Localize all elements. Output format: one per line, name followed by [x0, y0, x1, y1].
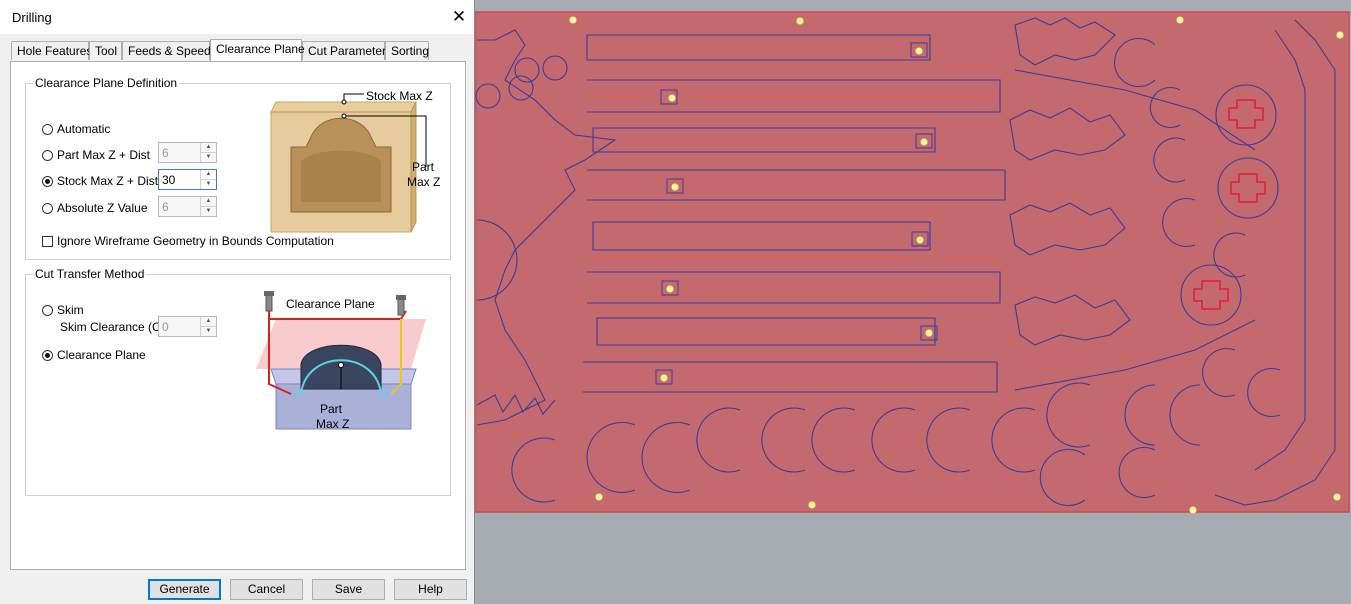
hole-marker-9: [916, 236, 924, 244]
radio-part-max-z[interactable]: Part Max Z + Dist: [42, 147, 150, 163]
dialog-titlebar[interactable]: Drilling ✕: [0, 0, 474, 34]
spin-down-icon[interactable]: ▼: [201, 180, 216, 189]
hole-marker-4: [1336, 31, 1344, 39]
radio-clearance-plane-label: Clearance Plane: [57, 348, 146, 362]
tab-tool[interactable]: Tool: [89, 41, 122, 60]
radio-absolute-z-circle[interactable]: [42, 203, 53, 214]
part-label: Part: [412, 160, 435, 174]
tool-right-head: [396, 295, 406, 300]
stock-max-z-dist-value: 30: [162, 173, 176, 187]
radio-automatic-circle[interactable]: [42, 124, 53, 135]
radio-skim[interactable]: Skim: [42, 302, 84, 318]
tab-sorting[interactable]: Sorting: [385, 41, 429, 60]
radio-stock-max-z[interactable]: Stock Max Z + Dist: [42, 173, 158, 189]
spin-up-icon[interactable]: ▲: [201, 143, 216, 153]
radio-clearance-plane-circle[interactable]: [42, 350, 53, 361]
clearance-definition-label: Clearance Plane Definition: [33, 76, 180, 90]
stock-drawing: [475, 11, 1350, 514]
part-max-z-dist-input[interactable]: 6 ▲ ▼: [158, 142, 217, 163]
spin-down-icon[interactable]: ▼: [201, 153, 216, 162]
skim-clearance-input[interactable]: 0 ▲ ▼: [158, 316, 217, 337]
spin-up-icon[interactable]: ▲: [201, 170, 216, 180]
hole-marker-15: [1189, 506, 1197, 514]
radio-absolute-z-label: Absolute Z Value: [57, 201, 148, 215]
hole-marker-12: [660, 374, 668, 382]
skim-clearance-spinner[interactable]: ▲ ▼: [200, 317, 216, 336]
cad-viewport[interactable]: [475, 0, 1351, 604]
hole-marker-5: [915, 47, 923, 55]
cancel-button[interactable]: Cancel: [230, 579, 303, 600]
radio-clearance-plane[interactable]: Clearance Plane: [42, 347, 146, 363]
close-icon[interactable]: ✕: [446, 4, 472, 30]
figure-part-label: Part: [320, 402, 343, 416]
dialog-title: Drilling: [12, 10, 52, 25]
part-max-z-marker: [338, 362, 344, 368]
clearance-plane-figure-label: Clearance Plane: [286, 297, 375, 311]
hole-marker-8: [671, 183, 679, 191]
absolute-z-input[interactable]: 6 ▲ ▼: [158, 196, 217, 217]
spin-up-icon[interactable]: ▲: [201, 317, 216, 327]
hole-marker-14: [808, 501, 816, 509]
ignore-wireframe-box[interactable]: [42, 236, 53, 247]
cut-transfer-group: Cut Transfer Method Skim Skim Clearance …: [25, 267, 451, 496]
tool-left-icon: [265, 294, 273, 312]
hole-marker-2: [796, 17, 804, 25]
spin-down-icon[interactable]: ▼: [201, 327, 216, 336]
hole-marker-11: [925, 329, 933, 337]
part-shadow: [301, 150, 381, 202]
stock-max-z-dist-spinner[interactable]: ▲ ▼: [200, 170, 216, 189]
generate-button[interactable]: Generate: [148, 579, 221, 600]
drilling-dialog: Drilling ✕ Hole Features Tool Feeds & Sp…: [0, 0, 475, 604]
help-button[interactable]: Help: [394, 579, 467, 600]
tab-hole-features[interactable]: Hole Features: [11, 41, 92, 60]
hole-marker-6: [668, 94, 676, 102]
absolute-z-value: 6: [162, 200, 169, 214]
cut-transfer-label: Cut Transfer Method: [33, 267, 147, 281]
hole-marker-7: [920, 138, 928, 146]
tool-right-icon: [397, 298, 405, 316]
absolute-z-spinner[interactable]: ▲ ▼: [200, 197, 216, 216]
tool-left-head: [264, 291, 274, 296]
radio-automatic-label: Automatic: [57, 122, 111, 136]
hole-marker-13: [595, 493, 603, 501]
radio-skim-label: Skim: [57, 303, 84, 317]
hole-marker-16: [1333, 493, 1341, 501]
radio-stock-max-z-label: Stock Max Z + Dist: [57, 174, 159, 188]
tab-clearance-plane[interactable]: Clearance Plane: [210, 39, 305, 61]
stock-max-z-leader: [343, 93, 364, 100]
stock-max-z-point: [341, 99, 347, 105]
stock-max-z-dist-input[interactable]: 30 ▲ ▼: [158, 169, 217, 190]
radio-part-max-z-label: Part Max Z + Dist: [57, 148, 151, 162]
hole-marker-10: [666, 285, 674, 293]
radio-part-max-z-circle[interactable]: [42, 150, 53, 161]
clearance-definition-group: Clearance Plane Definition Automatic Par…: [25, 76, 451, 260]
radio-absolute-z[interactable]: Absolute Z Value: [42, 200, 148, 216]
skim-clearance-value: 0: [162, 320, 169, 334]
max-z-label: Max Z: [407, 175, 441, 189]
hole-marker-3: [1176, 16, 1184, 24]
spin-up-icon[interactable]: ▲: [201, 197, 216, 207]
part-max-z-dist-spinner[interactable]: ▲ ▼: [200, 143, 216, 162]
part-max-z-point: [341, 113, 347, 119]
radio-stock-max-z-circle[interactable]: [42, 176, 53, 187]
radio-skim-circle[interactable]: [42, 305, 53, 316]
figure-max-z-label: Max Z: [316, 417, 350, 431]
tab-cut-parameters[interactable]: Cut Parameters: [302, 41, 392, 60]
skim-clearance-label: Skim Clearance (C): [60, 320, 165, 334]
stock-max-z-label: Stock Max Z: [366, 89, 433, 103]
part-max-z-dist-value: 6: [162, 146, 169, 160]
hole-marker-1: [569, 16, 577, 24]
spin-down-icon[interactable]: ▼: [201, 207, 216, 216]
tab-feeds-speeds[interactable]: Feeds & Speeds: [122, 41, 217, 60]
clearance-plane-page: Clearance Plane Definition Automatic Par…: [10, 61, 466, 570]
save-button[interactable]: Save: [312, 579, 385, 600]
radio-automatic[interactable]: Automatic: [42, 121, 110, 137]
stock-sheet: [475, 11, 1350, 513]
